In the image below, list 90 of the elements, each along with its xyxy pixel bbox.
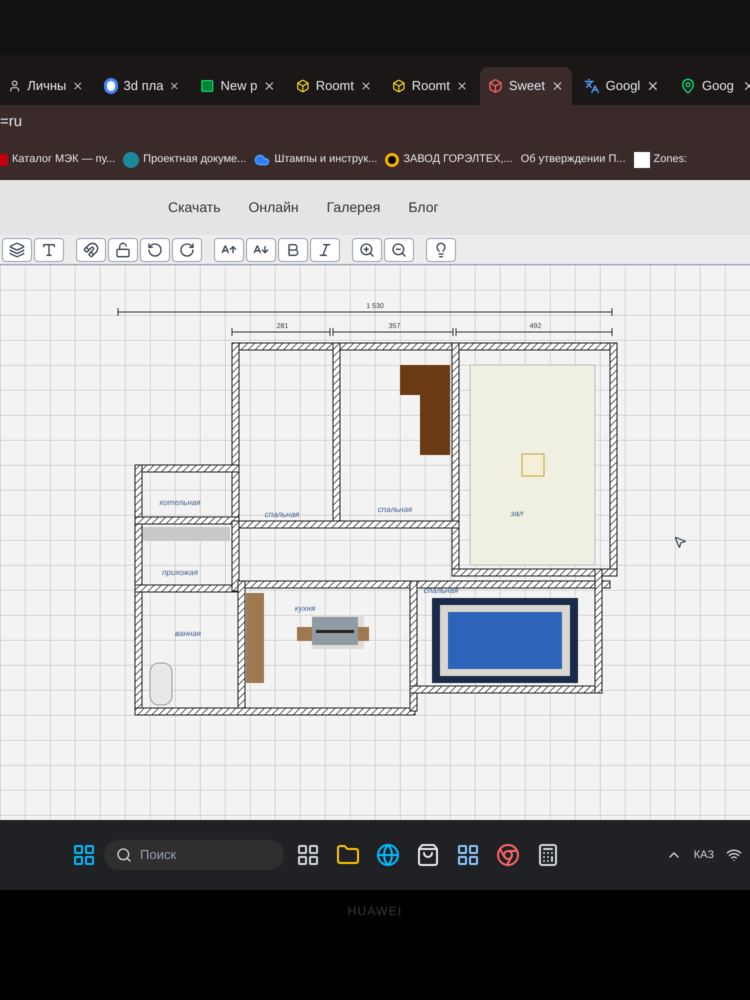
cube-icon [488, 78, 503, 94]
tab-title: Roomt [316, 77, 354, 96]
cube-icon [392, 78, 406, 94]
bookmark-link[interactable]: Проектная докуме... [143, 151, 246, 168]
tab-title: New p [220, 77, 258, 96]
z-logo-icon [634, 152, 650, 168]
bookmark-icon [0, 154, 8, 166]
bookmark-link[interactable]: Штампы и инструк... [274, 151, 378, 168]
bookmark-link[interactable]: ЗАВОД ГОРЭЛТЕХ,... [403, 151, 513, 168]
italic-icon [317, 242, 333, 258]
lock-button[interactable] [108, 238, 138, 262]
chrome-icon[interactable] [496, 843, 520, 867]
light-button[interactable] [426, 238, 456, 262]
language-indicator[interactable]: КАЗ [694, 846, 714, 864]
monitor-brand: HUAWEI [348, 903, 402, 920]
tab-title: Личны [27, 77, 66, 96]
address-text[interactable]: =ru [0, 111, 22, 134]
room-label: кухня [294, 604, 316, 613]
bookmark-link[interactable]: Об утверждении П... [520, 151, 626, 168]
zoom-in-icon [359, 242, 375, 258]
close-icon[interactable] [551, 79, 564, 93]
browser-tab[interactable]: 3d пла [96, 67, 188, 105]
zoom-out-button[interactable] [384, 238, 414, 262]
browser-tab[interactable]: New p [192, 67, 284, 105]
bathtub-drawing [150, 662, 172, 706]
magnetism-button[interactable] [76, 238, 106, 262]
dining-table-drawing [297, 615, 369, 649]
ceiling-lamp-icon [522, 454, 544, 476]
increase-text-button[interactable] [214, 238, 244, 262]
zoom-in-button[interactable] [352, 238, 382, 262]
bookmark-link[interactable]: Каталог МЭК — пу... [12, 151, 116, 168]
undo-button[interactable] [140, 238, 170, 262]
calculator-icon[interactable] [536, 843, 560, 867]
close-icon[interactable] [646, 79, 660, 93]
rotate-left-icon [147, 242, 163, 258]
add-level-button[interactable] [2, 238, 32, 262]
room-label: зал [510, 509, 524, 518]
room-label: спальная [424, 586, 458, 595]
browser-icon[interactable] [376, 843, 400, 867]
room-label: котельная [160, 498, 200, 507]
windows-start-icon[interactable] [72, 843, 96, 867]
text-icon [41, 242, 57, 258]
zoom-out-icon [391, 242, 407, 258]
bold-button[interactable] [278, 238, 308, 262]
tab-title: Googl [606, 77, 640, 96]
translate-icon [584, 78, 600, 94]
browser-tab[interactable]: Goog [672, 67, 750, 105]
add-text-button[interactable] [34, 238, 64, 262]
layers-icon [9, 242, 25, 258]
cloud-icon [254, 152, 270, 168]
tab-title: Goog [702, 77, 734, 96]
app-icon [200, 78, 214, 94]
italic-button[interactable] [310, 238, 340, 262]
room-label: прихожая [162, 568, 198, 577]
room-label: ванная [175, 629, 201, 638]
search-placeholder: Поиск [140, 846, 176, 864]
store-icon[interactable] [416, 843, 440, 867]
wifi-icon[interactable] [726, 847, 742, 863]
nav-link[interactable]: Блог [408, 197, 439, 218]
browser-tab[interactable]: Roomt [384, 67, 476, 105]
unlocked-lock-icon [115, 242, 131, 258]
tab-title: Roomt [412, 77, 450, 96]
profile-icon [8, 78, 22, 94]
decrease-text-button[interactable] [246, 238, 276, 262]
bookmark-link[interactable]: Zones: [654, 151, 688, 168]
cube-icon [296, 78, 310, 94]
google-icon [104, 78, 118, 94]
browser-tab[interactable]: Googl [576, 67, 668, 105]
taskbar-search-field[interactable]: Поиск [104, 840, 284, 870]
magnet-icon [83, 242, 99, 258]
tab-title: 3d пла [124, 77, 164, 96]
app-icon[interactable] [456, 843, 480, 867]
map-pin-icon [680, 78, 696, 94]
folder-icon[interactable] [336, 843, 360, 867]
room-label: спальная [264, 510, 300, 519]
browser-tab[interactable]: Roomt [288, 67, 380, 105]
tab-title: Sweet [508, 77, 545, 96]
task-view-icon[interactable] [296, 843, 320, 867]
redo-button[interactable] [172, 238, 202, 262]
browser-tab[interactable]: Sweet [480, 67, 572, 105]
ring-icon [385, 152, 400, 166]
sharepoint-icon [123, 152, 140, 168]
browser-tab[interactable]: Личны [0, 67, 92, 105]
room-label: спальная [378, 505, 412, 514]
nav-link[interactable]: Галерея [326, 197, 380, 218]
rotate-right-icon [179, 242, 195, 258]
search-icon [116, 847, 132, 863]
nav-link[interactable]: Онлайн [248, 197, 299, 218]
mouse-cursor-icon [673, 535, 687, 549]
nav-link[interactable]: Скачать [168, 197, 220, 218]
